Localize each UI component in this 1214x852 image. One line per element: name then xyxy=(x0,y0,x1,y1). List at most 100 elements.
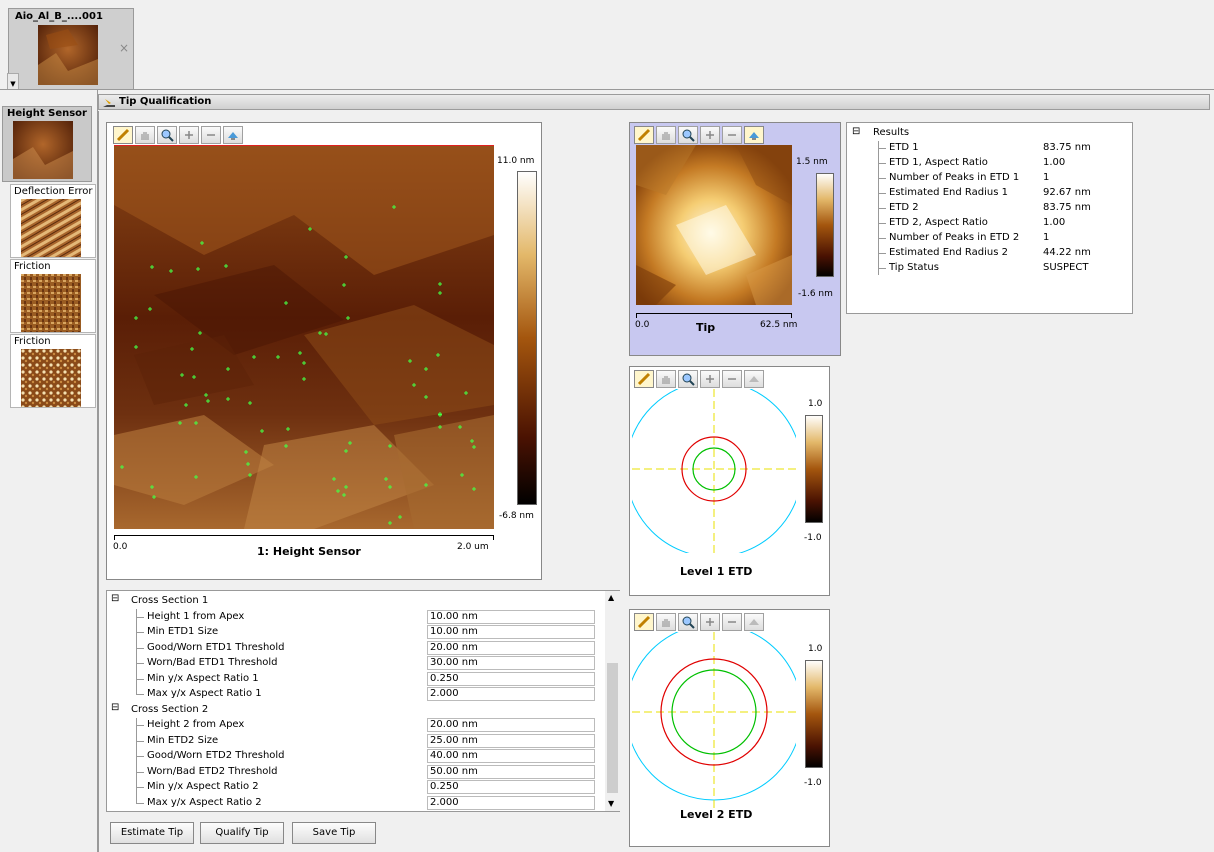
param-value-input[interactable]: 2.000 xyxy=(427,687,595,701)
etd2-plot xyxy=(632,632,796,808)
result-value: 1.00 xyxy=(1043,157,1066,168)
tilt-3d-icon[interactable] xyxy=(744,613,764,631)
tree-branch xyxy=(136,756,144,757)
zoom-in-icon[interactable] xyxy=(700,126,720,144)
file-thumbnail xyxy=(38,25,98,85)
tip-scale-max: 1.5 nm xyxy=(796,157,828,167)
results-title: Results xyxy=(873,127,910,138)
collapse-icon[interactable]: ⊟ xyxy=(852,126,860,137)
ruler-icon[interactable] xyxy=(634,370,654,388)
tree-branch xyxy=(136,802,144,804)
etd2-caption: Level 2 ETD xyxy=(680,808,753,821)
scroll-down-icon[interactable]: ▼ xyxy=(608,799,614,808)
param-value-input[interactable]: 40.00 nm xyxy=(427,749,595,763)
result-key: Estimated End Radius 1 xyxy=(889,187,1008,198)
zoom-out-icon[interactable] xyxy=(201,126,221,144)
magnifier-icon[interactable] xyxy=(678,370,698,388)
etd1-color-scale xyxy=(805,415,823,523)
param-value-input[interactable]: 10.00 nm xyxy=(427,609,595,624)
result-value: 92.67 nm xyxy=(1043,187,1091,198)
file-tab-title: Aio_Al_B_....001 xyxy=(15,11,103,22)
param-row: Max y/x Aspect Ratio 1 2.000 xyxy=(107,687,605,703)
result-row: Estimated End Radius 2 44.22 nm xyxy=(847,247,1132,262)
estimate-tip-button[interactable]: Estimate Tip xyxy=(110,822,194,844)
etd2-scale-min: -1.0 xyxy=(804,778,822,788)
height-sensor-image xyxy=(114,145,494,529)
result-key: ETD 1, Aspect Ratio xyxy=(889,157,988,168)
result-row: ETD 1, Aspect Ratio 1.00 xyxy=(847,157,1132,172)
param-key: Max y/x Aspect Ratio 2 xyxy=(147,796,262,808)
param-group-header[interactable]: ⊟ Cross Section 2 xyxy=(107,702,605,719)
results-tree: ⊟ Results ETD 1 83.75 nm ETD 1, Aspect Rat… xyxy=(846,122,1133,314)
param-row: Height 2 from Apex 20.00 nm xyxy=(107,718,605,734)
tree-branch xyxy=(136,740,144,742)
hand-pan-icon[interactable] xyxy=(135,126,155,144)
collapse-icon[interactable]: ⊟ xyxy=(111,593,119,604)
ruler-icon[interactable] xyxy=(113,126,133,144)
sidebar-item-label: Height Sensor xyxy=(7,108,87,119)
param-value-input[interactable]: 30.00 nm xyxy=(427,656,595,670)
zoom-out-icon[interactable] xyxy=(722,370,742,388)
ruler-icon[interactable] xyxy=(634,126,654,144)
close-tab-icon[interactable]: × xyxy=(119,41,129,55)
tilt-3d-icon[interactable] xyxy=(744,126,764,144)
magnifier-icon[interactable] xyxy=(678,126,698,144)
zoom-in-icon[interactable] xyxy=(700,370,720,388)
tree-branch xyxy=(136,771,144,773)
parameters-scrollbar[interactable]: ▲ ▼ xyxy=(605,591,620,811)
etd1-scale-max: 1.0 xyxy=(808,399,823,409)
ruler-icon[interactable] xyxy=(634,613,654,631)
magnifier-icon[interactable] xyxy=(157,126,177,144)
tree-branch xyxy=(136,694,144,695)
file-tab[interactable]: Aio_Al_B_....001 × xyxy=(8,8,134,90)
zoom-in-icon[interactable] xyxy=(179,126,199,144)
hand-pan-icon[interactable] xyxy=(656,126,676,144)
results-header[interactable]: ⊟ Results xyxy=(847,126,1132,142)
result-value: 83.75 nm xyxy=(1043,142,1091,153)
param-row: Good/Worn ETD2 Threshold 40.00 nm xyxy=(107,749,605,765)
param-value-input[interactable]: 50.00 nm xyxy=(427,764,595,779)
sidebar-item-friction-1[interactable]: Friction xyxy=(10,259,96,333)
x-axis-end: 2.0 um xyxy=(457,542,489,552)
param-value-input[interactable]: 0.250 xyxy=(427,671,595,686)
hand-pan-icon[interactable] xyxy=(656,613,676,631)
param-key: Worn/Bad ETD1 Threshold xyxy=(147,657,278,668)
qualify-tip-button[interactable]: Qualify Tip xyxy=(200,822,284,844)
param-row: Min ETD2 Size 25.00 nm xyxy=(107,733,605,750)
magnifier-icon[interactable] xyxy=(678,613,698,631)
sidebar-item-height-sensor[interactable]: Height Sensor xyxy=(2,106,92,182)
param-value-input[interactable]: 2.000 xyxy=(427,795,595,810)
zoom-in-icon[interactable] xyxy=(700,613,720,631)
height-image-caption: 1: Height Sensor xyxy=(257,545,361,558)
param-row: Height 1 from Apex 10.00 nm xyxy=(107,609,605,626)
param-key: Good/Worn ETD2 Threshold xyxy=(147,750,285,761)
tilt-3d-icon[interactable] xyxy=(744,370,764,388)
zoom-out-icon[interactable] xyxy=(722,613,742,631)
etd1-caption: Level 1 ETD xyxy=(680,565,753,578)
height-color-scale xyxy=(517,171,537,505)
save-tip-button[interactable]: Save Tip xyxy=(292,822,376,844)
scrollbar-thumb[interactable] xyxy=(607,663,618,793)
param-value-input[interactable]: 20.00 nm xyxy=(427,718,595,732)
window-title: Tip Qualification xyxy=(119,96,212,107)
result-row: Number of Peaks in ETD 2 1 xyxy=(847,232,1132,247)
sidebar-item-label: Friction xyxy=(14,336,51,347)
hand-pan-icon[interactable] xyxy=(656,370,676,388)
param-value-input[interactable]: 25.00 nm xyxy=(427,733,595,748)
tilt-3d-icon[interactable] xyxy=(223,126,243,144)
param-value-input[interactable]: 10.00 nm xyxy=(427,625,595,639)
param-value-input[interactable]: 20.00 nm xyxy=(427,640,595,655)
param-key: Min y/x Aspect Ratio 1 xyxy=(147,672,259,684)
sidebar-item-deflection-error[interactable]: Deflection Error xyxy=(10,184,96,258)
collapse-icon[interactable]: ⊟ xyxy=(111,702,119,713)
x-axis-tick-end xyxy=(493,535,494,540)
param-group-header[interactable]: ⊟ Cross Section 1 xyxy=(107,593,605,610)
param-row: Worn/Bad ETD2 Threshold 50.00 nm xyxy=(107,764,605,781)
image-toolbar xyxy=(634,126,764,144)
tip-qualification-icon xyxy=(103,99,115,107)
sidebar-item-friction-2[interactable]: Friction xyxy=(10,334,96,408)
scroll-up-icon[interactable]: ▲ xyxy=(608,593,614,602)
param-value-input[interactable]: 0.250 xyxy=(427,780,595,794)
zoom-out-icon[interactable] xyxy=(722,126,742,144)
friction-thumbnail xyxy=(21,274,81,332)
